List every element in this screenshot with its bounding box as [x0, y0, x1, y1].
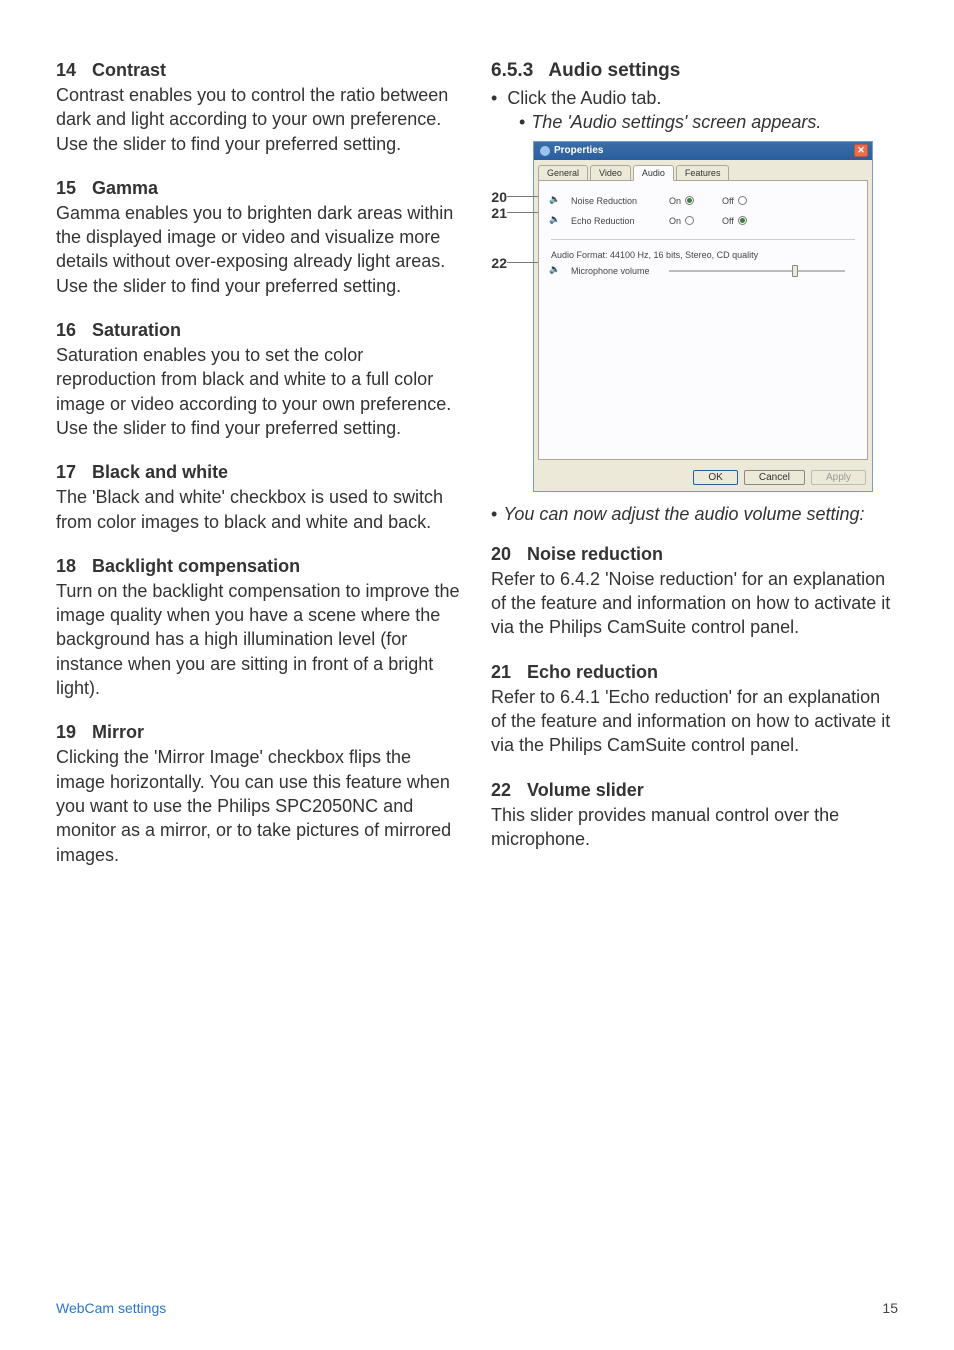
- dialog-title: Properties: [554, 145, 603, 156]
- speaker-icon: [551, 196, 563, 206]
- page-footer: WebCam settings 15: [56, 1300, 898, 1316]
- heading-audio-settings: 6.5.3 Audio settings: [491, 60, 898, 82]
- section-20-noise-reduction: 20 Noise reduction Refer to 6.4.2 'Noise…: [491, 544, 898, 640]
- right-column: 6.5.3 Audio settings • Click the Audio t…: [491, 60, 898, 889]
- radio-echo-on[interactable]: [685, 216, 694, 225]
- row-noise-reduction: Noise Reduction On Off: [551, 193, 855, 209]
- section-number: 20: [491, 544, 511, 565]
- label-microphone-volume: Microphone volume: [571, 266, 661, 276]
- section-title: Mirror: [92, 722, 463, 743]
- section-14-contrast: 14 Contrast Contrast enables you to cont…: [56, 60, 463, 156]
- label-on: On: [669, 196, 681, 206]
- tab-audio[interactable]: Audio: [633, 165, 674, 181]
- properties-dialog-figure: 20 21 22 Properties ✕ General Video: [513, 141, 898, 492]
- section-15-gamma: 15 Gamma Gamma enables you to brighten d…: [56, 178, 463, 298]
- section-title: Contrast: [92, 60, 463, 81]
- heading-number: 6.5.3: [491, 60, 533, 81]
- section-title: Backlight compensation: [92, 556, 463, 577]
- section-19-mirror: 19 Mirror Clicking the 'Mirror Image' ch…: [56, 722, 463, 866]
- cancel-button[interactable]: Cancel: [744, 470, 805, 485]
- sub-bullet-audio-screen: • The 'Audio settings' screen appears.: [519, 110, 898, 134]
- section-body: The 'Black and white' checkbox is used t…: [56, 485, 463, 534]
- section-title: Echo reduction: [527, 662, 898, 683]
- section-body: Contrast enables you to control the rati…: [56, 83, 463, 156]
- radio-noise-on[interactable]: [685, 196, 694, 205]
- section-number: 17: [56, 462, 76, 483]
- ok-button[interactable]: OK: [693, 470, 737, 485]
- speaker-icon: [551, 266, 563, 276]
- callout-20: 20: [485, 189, 507, 205]
- footer-section-title: WebCam settings: [56, 1300, 166, 1316]
- row-microphone-volume: Microphone volume: [551, 266, 855, 276]
- section-17-black-and-white: 17 Black and white The 'Black and white'…: [56, 462, 463, 534]
- tab-general[interactable]: General: [538, 165, 588, 181]
- section-22-volume-slider: 22 Volume slider This slider provides ma…: [491, 780, 898, 852]
- callout-22: 22: [485, 255, 507, 271]
- section-number: 19: [56, 722, 76, 743]
- section-number: 21: [491, 662, 511, 683]
- app-icon: [540, 146, 550, 156]
- section-title: Noise reduction: [527, 544, 898, 565]
- label-off: Off: [722, 196, 734, 206]
- radio-echo-off[interactable]: [738, 216, 747, 225]
- section-body: Refer to 6.4.1 'Echo reduction' for an e…: [491, 685, 898, 758]
- apply-button[interactable]: Apply: [811, 470, 866, 485]
- label-off: Off: [722, 216, 734, 226]
- speaker-icon: [551, 216, 563, 226]
- slider-thumb[interactable]: [792, 265, 798, 277]
- row-echo-reduction: Echo Reduction On Off: [551, 213, 855, 229]
- section-title: Black and white: [92, 462, 463, 483]
- section-18-backlight-compensation: 18 Backlight compensation Turn on the ba…: [56, 556, 463, 700]
- section-body: Clicking the 'Mirror Image' checkbox fli…: [56, 745, 463, 866]
- audio-format-text: Audio Format: 44100 Hz, 16 bits, Stereo,…: [551, 250, 855, 260]
- bullet-dot-icon: •: [519, 110, 525, 134]
- radio-noise-off[interactable]: [738, 196, 747, 205]
- section-body: Saturation enables you to set the color …: [56, 343, 463, 440]
- italic-text: You can now adjust the audio volume sett…: [503, 502, 864, 526]
- section-body: Refer to 6.4.2 'Noise reduction' for an …: [491, 567, 898, 640]
- label-on: On: [669, 216, 681, 226]
- left-column: 14 Contrast Contrast enables you to cont…: [56, 60, 463, 889]
- section-number: 14: [56, 60, 76, 81]
- dialog-button-bar: OK Cancel Apply: [534, 464, 872, 491]
- tab-video[interactable]: Video: [590, 165, 631, 181]
- sub-bullet-text: The 'Audio settings' screen appears.: [531, 110, 821, 134]
- section-body: This slider provides manual control over…: [491, 803, 898, 852]
- bullet-dot-icon: •: [491, 86, 497, 110]
- heading-title: Audio settings: [548, 60, 680, 81]
- bullet-dot-icon: •: [491, 502, 497, 526]
- section-16-saturation: 16 Saturation Saturation enables you to …: [56, 320, 463, 440]
- tab-strip: General Video Audio Features: [534, 160, 872, 180]
- callout-21: 21: [485, 205, 507, 221]
- section-title: Gamma: [92, 178, 463, 199]
- section-21-echo-reduction: 21 Echo reduction Refer to 6.4.1 'Echo r…: [491, 662, 898, 758]
- section-title: Saturation: [92, 320, 463, 341]
- bullet-text: Click the Audio tab.: [507, 86, 661, 110]
- callout-layer: 20 21 22: [491, 141, 513, 492]
- label-noise-reduction: Noise Reduction: [571, 196, 661, 206]
- properties-dialog: Properties ✕ General Video Audio Feature…: [533, 141, 873, 492]
- label-echo-reduction: Echo Reduction: [571, 216, 661, 226]
- tab-features[interactable]: Features: [676, 165, 730, 181]
- section-number: 22: [491, 780, 511, 801]
- post-dialog-italic: • You can now adjust the audio volume se…: [491, 502, 898, 526]
- microphone-volume-slider[interactable]: [669, 270, 845, 272]
- bullet-click-audio-tab: • Click the Audio tab.: [491, 86, 898, 110]
- section-number: 16: [56, 320, 76, 341]
- dialog-titlebar: Properties ✕: [534, 142, 872, 160]
- tab-panel-audio: Noise Reduction On Off: [538, 180, 868, 460]
- section-body: Turn on the backlight compensation to im…: [56, 579, 463, 700]
- close-button[interactable]: ✕: [854, 144, 868, 157]
- section-number: 15: [56, 178, 76, 199]
- section-number: 18: [56, 556, 76, 577]
- footer-page-number: 15: [882, 1300, 898, 1316]
- section-title: Volume slider: [527, 780, 898, 801]
- divider: [551, 239, 855, 240]
- section-body: Gamma enables you to brighten dark areas…: [56, 201, 463, 298]
